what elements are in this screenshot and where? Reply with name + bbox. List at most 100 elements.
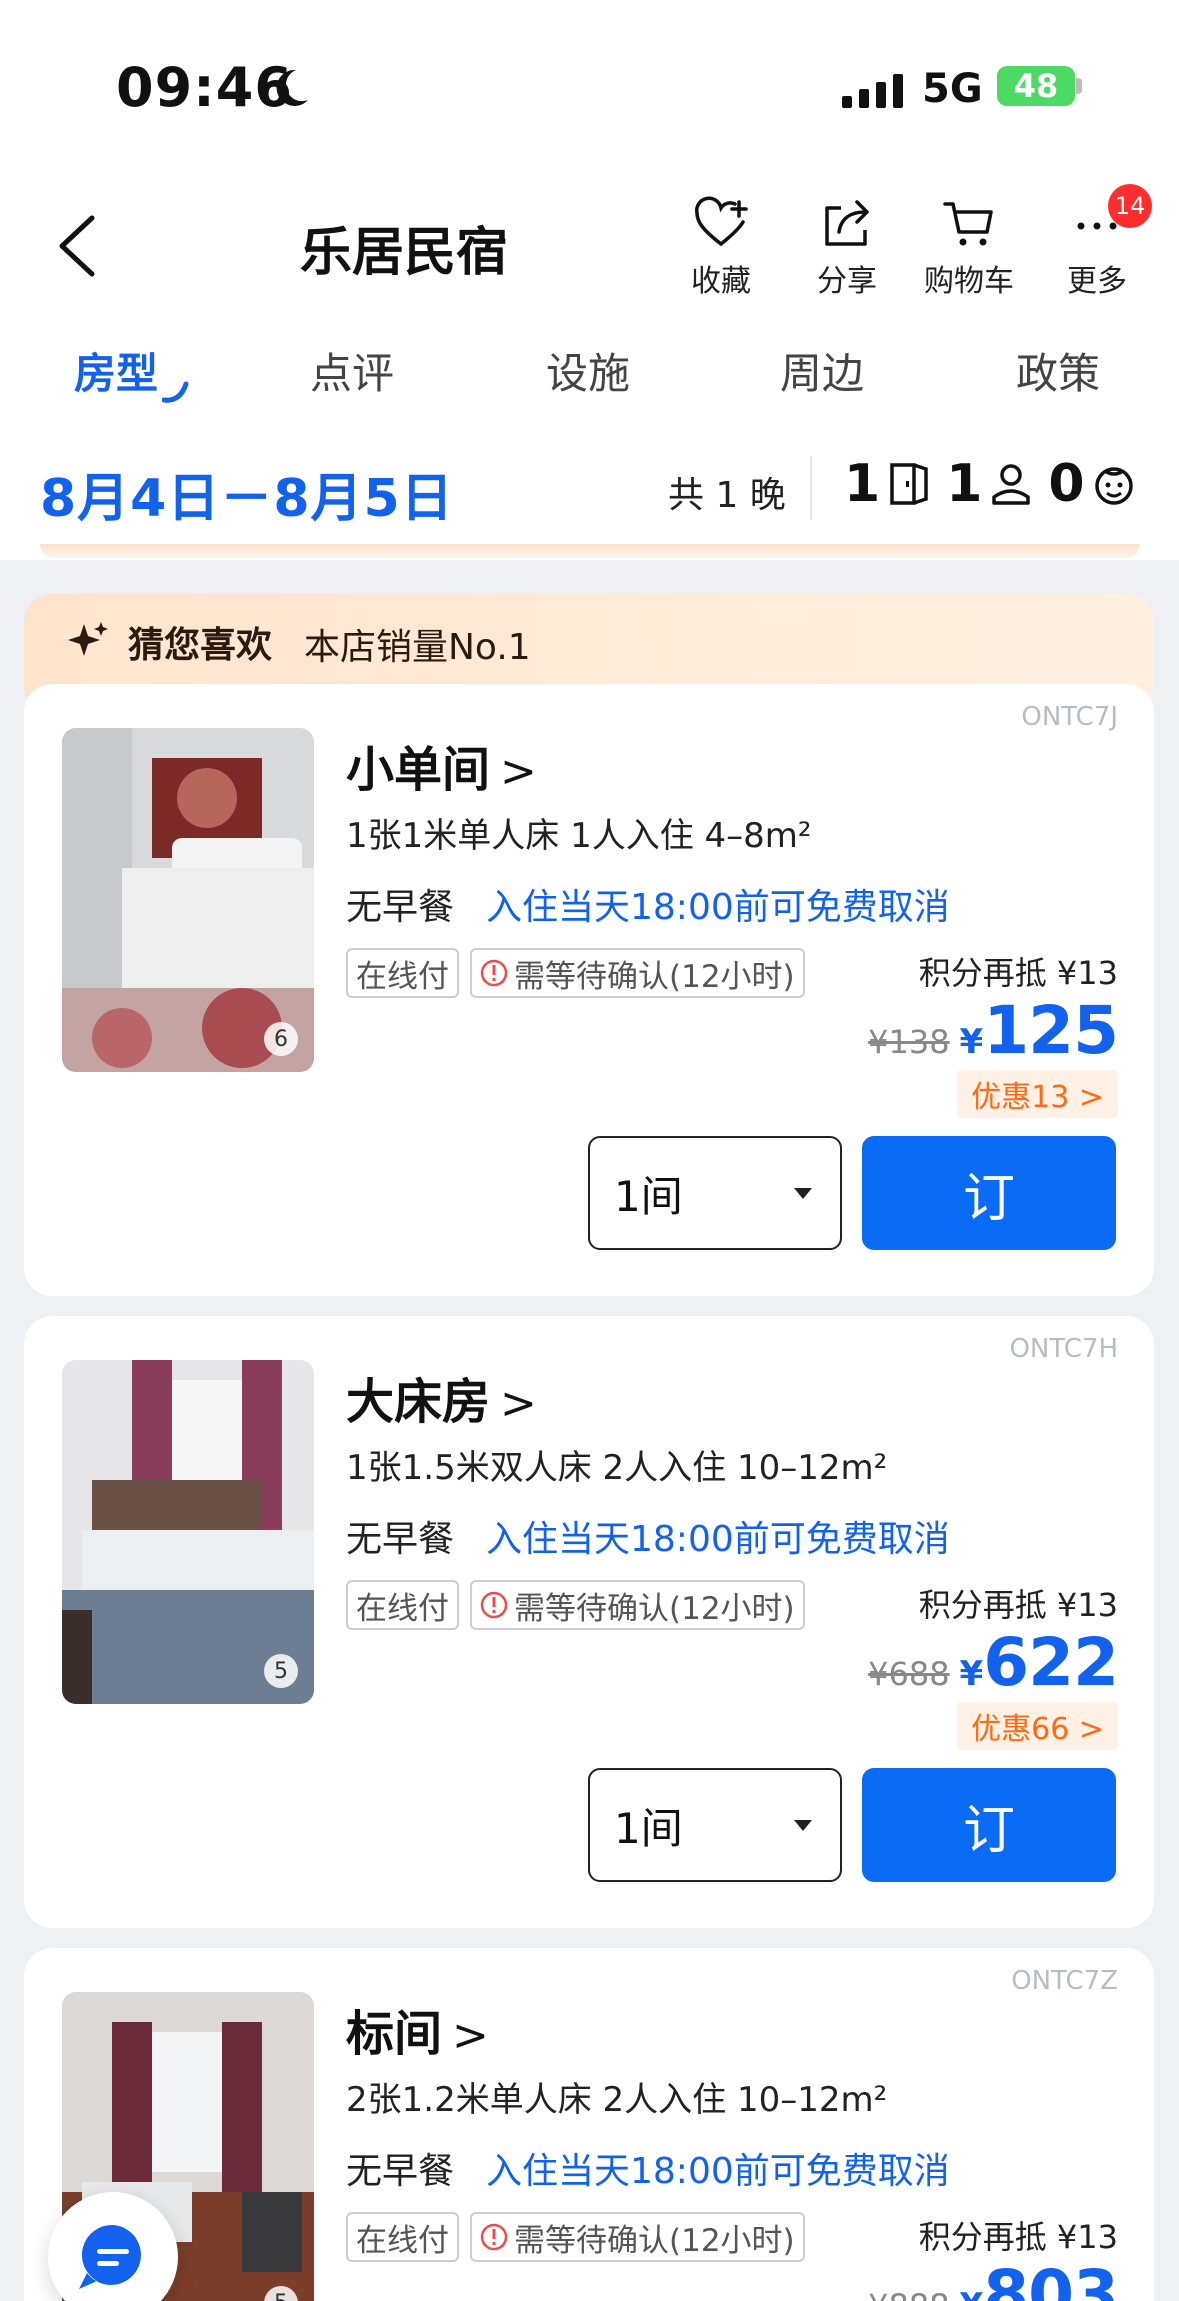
cancel-policy: 入住当天18:00前可免费取消: [486, 887, 950, 928]
quantity-select[interactable]: 1间: [588, 1768, 842, 1882]
room-photo[interactable]: 6: [62, 728, 314, 1072]
tab-nearby[interactable]: 周边: [780, 340, 864, 401]
tab-facilities[interactable]: 设施: [546, 340, 630, 401]
photo-count: 6: [264, 1022, 298, 1056]
discount-badge[interactable]: 优惠66 >: [957, 1702, 1118, 1750]
confirm-tag: 需等待确认(12小时): [470, 2212, 805, 2262]
signal-icon: [842, 74, 903, 108]
notification-badge: 14: [1108, 184, 1152, 228]
room-name[interactable]: 大床房 >: [346, 1362, 537, 1432]
currency-symbol: ¥: [959, 1022, 984, 1062]
room-code: ONTC7Z: [1011, 1966, 1118, 1996]
points-deduction: 积分再抵 ¥13: [918, 2218, 1118, 2256]
breakfast-info: 无早餐: [346, 2151, 455, 2192]
current-price: 803: [983, 2256, 1119, 2301]
price-row: ¥888 ¥ 803: [868, 2256, 1119, 2301]
quantity-value: 1间: [614, 1171, 683, 1221]
child-count: 0: [1048, 454, 1085, 514]
confirm-tag: 需等待确认(12小时): [470, 948, 805, 998]
currency-symbol: ¥: [959, 1654, 984, 1694]
room-name[interactable]: 标间 >: [346, 1994, 489, 2064]
discount-badge[interactable]: 优惠13 >: [957, 1070, 1118, 1118]
room-icon: [890, 463, 928, 505]
heart-plus-icon: [695, 196, 748, 246]
room-code: ONTC7H: [1009, 1334, 1118, 1364]
cart-label: 购物车: [924, 264, 1014, 299]
confirm-tag-text: 需等待确认(12小时): [514, 2222, 795, 2259]
original-price: ¥888: [868, 2287, 949, 2301]
divider: [810, 456, 812, 520]
more-label: 更多: [1067, 264, 1127, 299]
room-card[interactable]: ONTC7J 6 小单间 > 1张1米单人床 1人入住 4–8m² 无早餐 入住当…: [24, 684, 1154, 1296]
room-photo[interactable]: 5: [62, 1360, 314, 1704]
book-button[interactable]: 订: [862, 1768, 1116, 1882]
date-range[interactable]: 8月4日－8月5日: [40, 456, 454, 531]
share-label: 分享: [817, 264, 877, 299]
chevron-right-icon: >: [452, 2010, 489, 2061]
caret-down-icon: [794, 1820, 812, 1831]
pay-tag: 在线付: [346, 948, 459, 998]
room-code: ONTC7J: [1021, 702, 1118, 732]
original-price: ¥688: [868, 1655, 950, 1693]
tab-reviews[interactable]: 点评: [310, 340, 394, 401]
points-deduction: 积分再抵 ¥13: [918, 1586, 1118, 1624]
nights-count: 共 1 晚: [668, 475, 786, 516]
battery-tip: [1076, 78, 1082, 94]
sparkle-icon: [68, 622, 108, 656]
room-spec: 1张1米单人床 1人入住 4–8m²: [346, 816, 812, 856]
favorite-button[interactable]: 收藏: [666, 196, 776, 300]
moon-icon: [276, 69, 308, 106]
confirm-tag: 需等待确认(12小时): [470, 1580, 805, 1630]
recommend-subtitle: 本店销量No.1: [304, 627, 531, 668]
favorite-label: 收藏: [691, 264, 751, 299]
room-card[interactable]: ONTC7H 5 大床房 > 1张1.5米双人床 2人入住 10–12m² 无早餐…: [24, 1316, 1154, 1928]
chat-icon: [79, 2224, 141, 2289]
alert-icon: [480, 1591, 508, 1619]
points-deduction: 积分再抵 ¥13: [918, 954, 1118, 992]
adult-icon: [992, 464, 1031, 505]
status-time: 09:46: [116, 56, 293, 119]
child-icon: [1094, 467, 1133, 505]
current-price: 125: [983, 992, 1119, 1069]
battery-indicator: 48: [997, 66, 1075, 106]
adult-count: 1: [946, 454, 983, 514]
confirm-tag-text: 需等待确认(12小时): [514, 1590, 795, 1627]
room-name-text: 大床房: [346, 1374, 491, 1430]
recommend-tag: 猜您喜欢: [128, 625, 273, 666]
current-price: 622: [983, 1624, 1119, 1701]
chevron-right-icon: >: [500, 1378, 537, 1429]
breakfast-info: 无早餐: [346, 1519, 455, 1560]
price-row: ¥688 ¥ 622: [868, 1624, 1119, 1701]
share-button[interactable]: 分享: [792, 196, 902, 300]
alert-icon: [480, 959, 508, 987]
room-spec: 1张1.5米双人床 2人入住 10–12m²: [346, 1448, 888, 1488]
breakfast-info: 无早餐: [346, 887, 455, 928]
chevron-right-icon: >: [500, 746, 537, 797]
page-title: 乐居民宿: [300, 223, 509, 283]
room-name[interactable]: 小单间 >: [346, 730, 537, 800]
quantity-select[interactable]: 1间: [588, 1136, 842, 1250]
room-card[interactable]: ONTC7Z 5 标间> 2张1.2米单人床 2人入住 10–12m² 无早餐 …: [24, 1948, 1154, 2301]
share-icon: [825, 200, 869, 246]
quantity-value: 1间: [614, 1803, 683, 1853]
cart-button[interactable]: 购物车: [914, 196, 1024, 300]
original-price: ¥138: [868, 1023, 950, 1061]
currency-symbol: ¥: [960, 2286, 984, 2301]
room-photo-image: [62, 1360, 314, 1704]
cart-icon: [943, 202, 993, 246]
pay-tag: 在线付: [346, 2212, 459, 2262]
book-button[interactable]: 订: [862, 1136, 1116, 1250]
room-name-text: 标间: [346, 2006, 443, 2062]
cancel-policy: 入住当天18:00前可免费取消: [486, 2151, 950, 2192]
pay-tag: 在线付: [346, 1580, 459, 1630]
guest-selector[interactable]: 1 1 0: [844, 454, 1151, 514]
room-name-text: 小单间: [346, 742, 491, 798]
tab-active-indicator: [162, 381, 189, 403]
tab-room-types[interactable]: 房型: [74, 340, 158, 401]
confirm-tag-text: 需等待确认(12小时): [514, 958, 795, 995]
room-photo-image: [62, 728, 314, 1072]
network-label: 5G: [922, 66, 983, 112]
date-bar-shadow: [40, 544, 1140, 558]
back-icon[interactable]: [52, 214, 102, 278]
tab-policy[interactable]: 政策: [1016, 340, 1100, 401]
